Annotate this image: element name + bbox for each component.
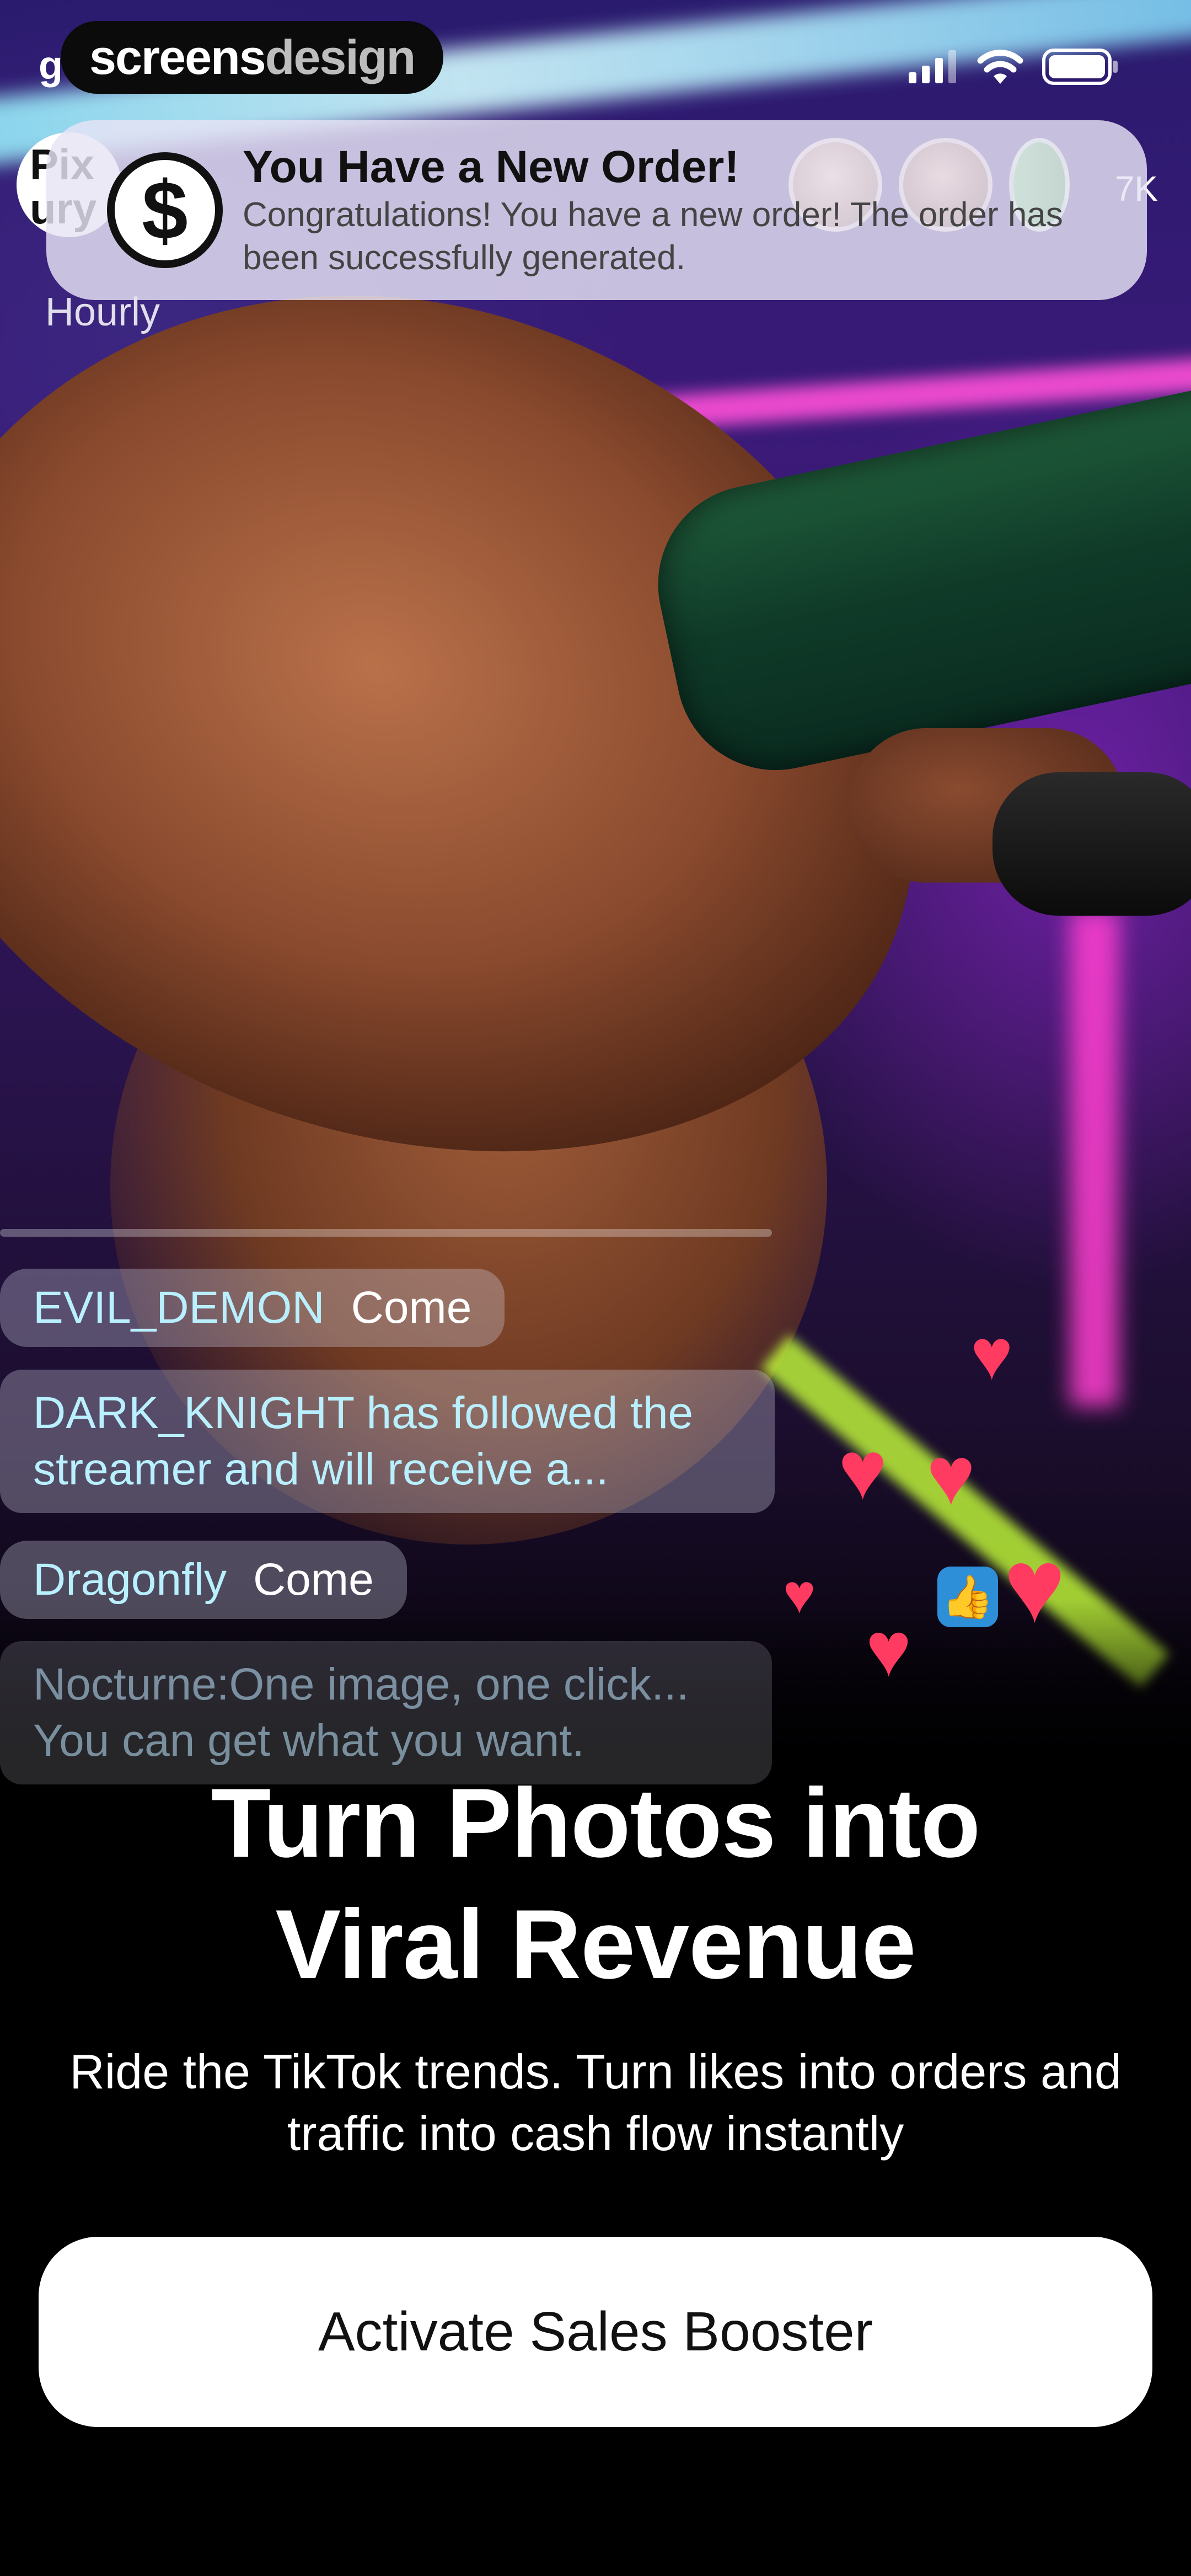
screen: Pix ury 7K Hourly g screensdesign — [0, 0, 1191, 2576]
activate-sales-booster-button[interactable]: Activate Sales Booster — [39, 2237, 1152, 2427]
watermark-text-bold: screens — [89, 30, 266, 84]
chat-username: Dragonfly — [33, 1554, 227, 1605]
thumbs-up-glyph: 👍 — [941, 1574, 994, 1621]
status-time: g — [39, 44, 63, 88]
wifi-icon — [977, 50, 1023, 84]
chat-message: Dragonfly Come — [0, 1541, 407, 1619]
new-order-notification[interactable]: $ You Have a New Order! Congratulations!… — [46, 120, 1147, 300]
cellular-signal-icon — [909, 50, 956, 83]
dollar-glyph: $ — [142, 163, 188, 256]
heart-icon: ♥ — [970, 1314, 1013, 1394]
hero-subtext: Ride the TikTok trends. Turn likes into … — [69, 2044, 1122, 2161]
heart-icon: ♥ — [926, 1429, 976, 1522]
headline-line-2: Viral Revenue — [275, 1889, 916, 1999]
status-icons — [909, 49, 1119, 85]
chat-username: DARK_KNIGHT — [33, 1388, 354, 1438]
hero-headline: Turn Photos into Viral Revenue — [0, 1762, 1191, 2005]
chat-text: Come — [351, 1282, 472, 1333]
watermark-text-light: design — [265, 30, 416, 84]
chat-text: Come — [253, 1554, 374, 1605]
chat-username: EVIL_DEMON — [33, 1282, 325, 1333]
notification-text: You Have a New Order! Congratulations! Y… — [243, 141, 1108, 280]
status-bar: g screens design — [0, 0, 1191, 132]
screensdesign-watermark: screens design — [61, 21, 444, 94]
video-glove — [993, 772, 1191, 916]
thumbs-up-icon: 👍 — [937, 1567, 998, 1627]
notification-title: You Have a New Order! — [243, 142, 739, 192]
chat-message: EVIL_DEMON Come — [0, 1269, 505, 1347]
battery-icon — [1042, 49, 1118, 85]
heart-icon: ♥ — [1004, 1527, 1066, 1644]
heart-icon: ♥ — [838, 1424, 888, 1516]
headline-line-1: Turn Photos into — [211, 1768, 981, 1878]
neon-light-pink-vertical — [1070, 910, 1119, 1407]
heart-icon: ♥ — [866, 1606, 912, 1692]
notification-body: Congratulations! You have a new order! T… — [243, 196, 1063, 277]
dollar-icon: $ — [107, 152, 223, 268]
heart-icon: ♥ — [783, 1563, 816, 1625]
chat-divider — [0, 1229, 772, 1237]
chat-message: DARK_KNIGHT has followed the streamer an… — [0, 1370, 775, 1513]
